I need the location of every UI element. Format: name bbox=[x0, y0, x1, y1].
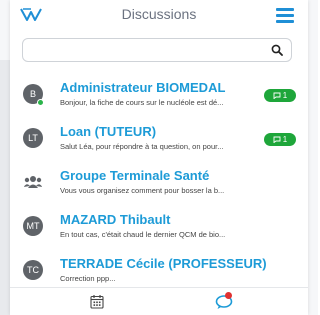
comment-icon bbox=[273, 136, 281, 143]
comment-icon bbox=[273, 92, 281, 99]
page-title: Discussions bbox=[121, 6, 197, 22]
discussions-panel: Discussions B Administrateur BIOMEDAL Bo… bbox=[10, 0, 308, 315]
message-preview: Salut Léa, pour répondre à ta question, … bbox=[60, 142, 224, 151]
conversation-name: TERRADE Cécile (PROFESSEUR) bbox=[60, 256, 267, 271]
group-icon bbox=[23, 176, 43, 188]
hamburger-menu-button[interactable] bbox=[276, 8, 294, 23]
conversation-name: Groupe Terminale Santé bbox=[60, 168, 210, 183]
message-preview: Correction ppp... bbox=[60, 274, 116, 283]
header: Discussions bbox=[10, 0, 308, 30]
notification-dot bbox=[225, 292, 232, 299]
hamburger-icon-line bbox=[276, 8, 294, 11]
avatar: TC bbox=[23, 260, 43, 280]
unread-badge: 1 bbox=[264, 89, 296, 102]
background-page-edge bbox=[0, 60, 10, 315]
conversation-name: Loan (TUTEUR) bbox=[60, 124, 157, 139]
conversation-item[interactable]: B Administrateur BIOMEDAL Bonjour, la fi… bbox=[10, 72, 308, 116]
unread-count: 1 bbox=[282, 135, 288, 144]
app-window: Discussions B Administrateur BIOMEDAL Bo… bbox=[0, 0, 318, 315]
conversation-list: B Administrateur BIOMEDAL Bonjour, la fi… bbox=[10, 72, 308, 287]
conversation-item[interactable]: Groupe Terminale Santé Vous vous organis… bbox=[10, 160, 308, 204]
search-icon[interactable] bbox=[271, 44, 283, 56]
avatar: LT bbox=[23, 128, 43, 148]
hamburger-icon-line bbox=[276, 14, 294, 17]
calendar-icon[interactable] bbox=[90, 294, 104, 309]
unread-count: 1 bbox=[282, 91, 288, 100]
conversation-name: Administrateur BIOMEDAL bbox=[60, 80, 226, 95]
hamburger-icon-line bbox=[276, 20, 294, 23]
conversation-item[interactable]: TC TERRADE Cécile (PROFESSEUR) Correctio… bbox=[10, 248, 308, 287]
conversation-item[interactable]: LT Loan (TUTEUR) Salut Léa, pour répondr… bbox=[10, 116, 308, 160]
search-input[interactable] bbox=[29, 42, 259, 59]
search-bar bbox=[22, 38, 292, 62]
message-preview: Vous vous organisez comment pour bosser … bbox=[60, 186, 225, 195]
conversation-name: MAZARD Thibault bbox=[60, 212, 171, 227]
unread-badge: 1 bbox=[264, 133, 296, 146]
message-preview: En tout cas, c'était chaud le dernier QC… bbox=[60, 230, 226, 239]
online-indicator bbox=[37, 99, 44, 106]
bottom-nav bbox=[10, 287, 308, 315]
avatar: MT bbox=[23, 216, 43, 236]
message-preview: Bonjour, la fiche de cours sur le nucléo… bbox=[60, 98, 224, 107]
conversation-item[interactable]: MT MAZARD Thibault En tout cas, c'était … bbox=[10, 204, 308, 248]
